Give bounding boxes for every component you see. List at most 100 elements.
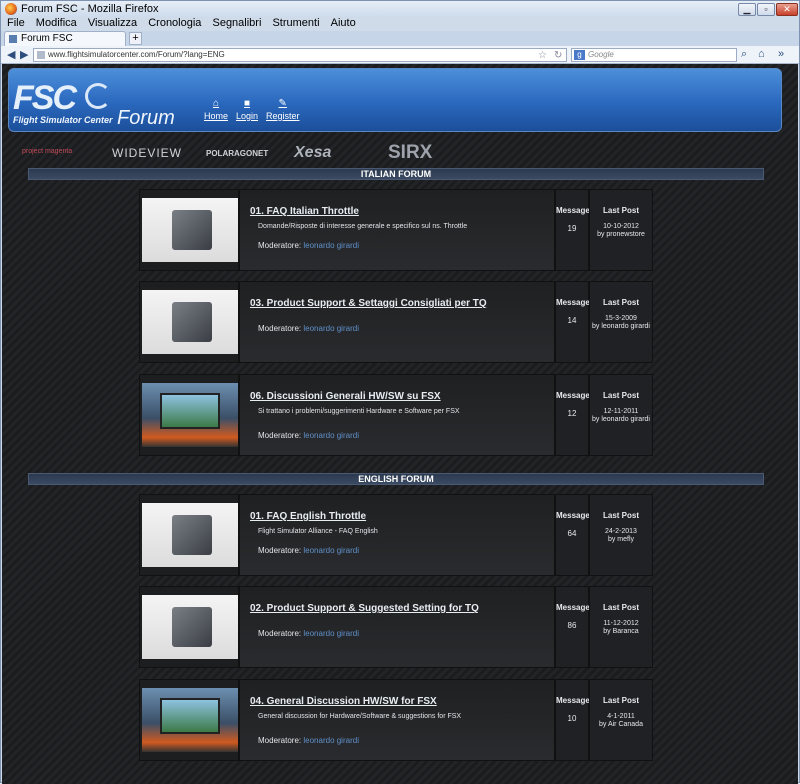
forum-title-link[interactable]: 01. FAQ English Throttle [250, 511, 366, 522]
forum-message-count: Message 64 [555, 494, 590, 576]
forum-row: 02. Product Support & Suggested Setting … [139, 586, 653, 668]
section-header-english: ENGLISH FORUM [28, 473, 764, 485]
forum-message-count: Message 86 [555, 586, 590, 668]
close-button[interactable]: ✕ [776, 3, 798, 16]
menu-cronologia[interactable]: Cronologia [148, 17, 201, 29]
bookmark-star-icon[interactable]: ☆ [538, 50, 547, 61]
sponsor-sirx[interactable]: SIRX [388, 142, 432, 164]
sponsor-xesa[interactable]: Xesa [294, 144, 331, 162]
forum-moderator: Moderatore: leonardo girardi [258, 629, 359, 638]
search-box[interactable]: g Google [571, 48, 737, 62]
lock-icon: ■ [243, 98, 251, 109]
site-logo[interactable]: FSC [13, 79, 77, 118]
tab-forum-fsc[interactable]: Forum FSC [4, 31, 126, 46]
sponsor-project-magenta[interactable]: project magenta [22, 148, 72, 155]
logo-swoosh-icon [85, 83, 111, 109]
simulator-cockpit-image [142, 383, 238, 447]
forum-thumbnail[interactable] [139, 679, 239, 761]
forum-moderator: Moderatore: leonardo girardi [258, 546, 359, 555]
menu-aiuto[interactable]: Aiuto [331, 17, 356, 29]
moderator-link[interactable]: leonardo girardi [303, 736, 359, 745]
forum-thumbnail[interactable] [139, 281, 239, 363]
forum-title-link[interactable]: 02. Product Support & Suggested Setting … [250, 603, 479, 614]
sponsor-polaragonet[interactable]: POLARAGONET [206, 149, 268, 158]
forum-description: Domande/Risposte di interesse generale e… [258, 223, 468, 230]
forum-title-link[interactable]: 01. FAQ Italian Throttle [250, 206, 359, 217]
forum-wordmark: Forum [117, 107, 175, 129]
forum-thumbnail[interactable] [139, 374, 239, 456]
section-header-italian: ITALIAN FORUM [28, 168, 764, 180]
forum-description: General discussion for Hardware/Software… [258, 713, 462, 720]
forum-info: 01. FAQ Italian Throttle Domande/Rispost… [239, 189, 555, 271]
pencil-icon: ✎ [278, 98, 287, 109]
window-title: Forum FSC - Mozilla Firefox [21, 3, 159, 15]
forum-row: 01. FAQ English Throttle Flight Simulato… [139, 494, 653, 576]
simulator-cockpit-image [142, 688, 238, 752]
new-tab-button[interactable]: + [129, 32, 142, 45]
forum-thumbnail[interactable] [139, 189, 239, 271]
forum-thumbnail[interactable] [139, 586, 239, 668]
address-url: www.flightsimulatorcenter.com/Forum/?lan… [48, 50, 225, 59]
forward-arrow-icon[interactable]: ▶ [20, 48, 28, 61]
forum-moderator: Moderatore: leonardo girardi [258, 431, 359, 440]
firefox-logo-icon [5, 3, 17, 15]
menu-file[interactable]: File [7, 17, 25, 29]
sponsor-bar: project magenta WIDEVIEW POLARAGONET Xes… [22, 142, 462, 166]
minimize-button[interactable]: ▁ [738, 3, 756, 16]
forum-title-link[interactable]: 04. General Discussion HW/SW for FSX [250, 696, 437, 707]
moderator-link[interactable]: leonardo girardi [303, 241, 359, 250]
site-logo-subtitle: Flight Simulator Center [13, 115, 113, 125]
moderator-link[interactable]: leonardo girardi [303, 629, 359, 638]
sponsor-wideview[interactable]: WIDEVIEW [112, 146, 182, 160]
forum-description: Flight Simulator Alliance - FAQ English [258, 528, 378, 535]
menu-strumenti[interactable]: Strumenti [272, 17, 319, 29]
forum-info: 04. General Discussion HW/SW for FSX Gen… [239, 679, 555, 761]
forum-message-count: Message 12 [555, 374, 590, 456]
moderator-link[interactable]: leonardo girardi [303, 546, 359, 555]
maximize-button[interactable]: ▫ [757, 3, 775, 16]
forum-last-post: Last Post 11-12-2012 by Baranca [589, 586, 653, 668]
forum-info: 06. Discussioni Generali HW/SW su FSX Si… [239, 374, 555, 456]
nav-home-link[interactable]: ⌂ Home [204, 99, 228, 122]
forum-moderator: Moderatore: leonardo girardi [258, 241, 359, 250]
reload-icon[interactable]: ↻ [554, 50, 562, 61]
tab-label: Forum FSC [21, 33, 73, 44]
site-identity-icon [37, 51, 45, 59]
page-content: FSC Flight Simulator Center Forum ⌂ Home… [2, 64, 798, 784]
forum-row: 06. Discussioni Generali HW/SW su FSX Si… [139, 374, 653, 456]
moderator-link[interactable]: leonardo girardi [303, 431, 359, 440]
moderator-link[interactable]: leonardo girardi [303, 324, 359, 333]
back-arrow-icon[interactable]: ◀ [7, 48, 15, 61]
menu-visualizza[interactable]: Visualizza [88, 17, 137, 29]
forum-last-post: Last Post 15-3-2009 by leonardo girardi [589, 281, 653, 363]
forum-row: 04. General Discussion HW/SW for FSX Gen… [139, 679, 653, 761]
address-bar[interactable]: www.flightsimulatorcenter.com/Forum/?lan… [33, 48, 567, 62]
forum-title-link[interactable]: 06. Discussioni Generali HW/SW su FSX [250, 391, 441, 402]
forum-thumbnail[interactable] [139, 494, 239, 576]
nav-register-link[interactable]: ✎ Register [266, 98, 300, 122]
forum-message-count: Message 14 [555, 281, 590, 363]
forum-info: 01. FAQ English Throttle Flight Simulato… [239, 494, 555, 576]
search-engine-icon[interactable]: g [574, 50, 585, 60]
forum-last-post: Last Post 4-1-2011 by Air Canada [589, 679, 653, 761]
menu-segnalibri[interactable]: Segnalibri [212, 17, 261, 29]
menu-modifica[interactable]: Modifica [36, 17, 77, 29]
site-banner: FSC Flight Simulator Center Forum ⌂ Home… [8, 68, 782, 132]
home-icon[interactable]: ⌂ [758, 48, 765, 60]
throttle-image [142, 290, 238, 354]
forum-row: 03. Product Support & Settaggi Consiglia… [139, 281, 653, 363]
navigation-toolbar: ◀ ▶ www.flightsimulatorcenter.com/Forum/… [1, 46, 799, 64]
forum-last-post: Last Post 24-2-2013 by mefly [589, 494, 653, 576]
forum-last-post: Last Post 10-10-2012 by pronewstore [589, 189, 653, 271]
throttle-image [142, 503, 238, 567]
forum-title-link[interactable]: 03. Product Support & Settaggi Consiglia… [250, 298, 487, 309]
menu-chevron-icon[interactable]: » [778, 48, 784, 60]
forum-info: 02. Product Support & Suggested Setting … [239, 586, 555, 668]
title-bar: Forum FSC - Mozilla Firefox ▁ ▫ ✕ [1, 1, 799, 17]
tab-bar: Forum FSC + [1, 31, 799, 46]
search-icon[interactable]: ⌕ [741, 48, 747, 61]
forum-description: Si trattano i problemi/suggerimenti Hard… [258, 408, 460, 415]
nav-login-link[interactable]: ■ Login [236, 98, 258, 122]
forum-info: 03. Product Support & Settaggi Consiglia… [239, 281, 555, 363]
menu-bar: File Modifica Visualizza Cronologia Segn… [1, 17, 799, 31]
